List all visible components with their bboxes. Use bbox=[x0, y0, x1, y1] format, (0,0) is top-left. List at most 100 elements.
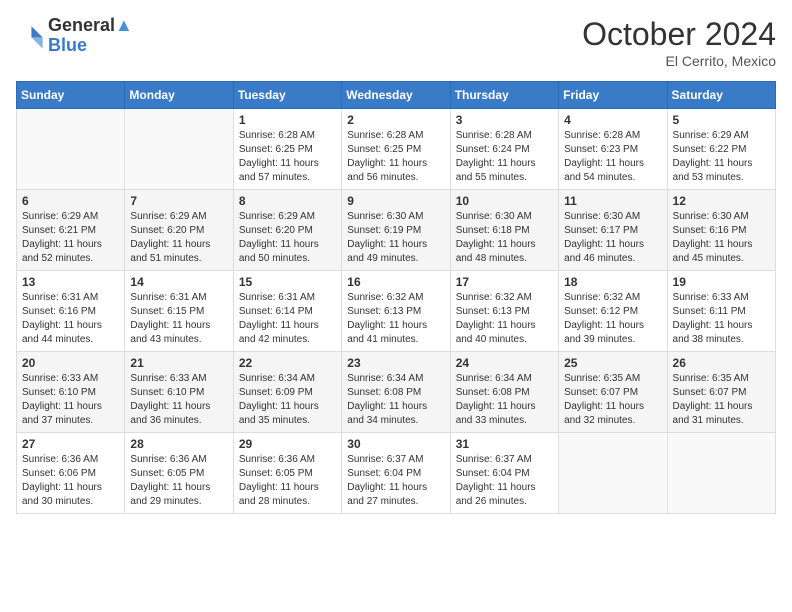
day-info: Sunrise: 6:28 AMSunset: 6:23 PMDaylight:… bbox=[564, 129, 661, 185]
weekday-header: Saturday bbox=[667, 82, 775, 109]
weekday-header: Wednesday bbox=[342, 82, 450, 109]
day-number: 1 bbox=[239, 113, 336, 127]
calendar-table: SundayMondayTuesdayWednesdayThursdayFrid… bbox=[16, 81, 776, 514]
weekday-header: Thursday bbox=[450, 82, 558, 109]
calendar-cell: 12 Sunrise: 6:30 AMSunset: 6:16 PMDayligh… bbox=[667, 190, 775, 271]
day-info: Sunrise: 6:33 AMSunset: 6:11 PMDaylight:… bbox=[673, 291, 770, 347]
title-block: October 2024 El Cerrito, Mexico bbox=[582, 16, 776, 69]
day-number: 2 bbox=[347, 113, 444, 127]
day-number: 29 bbox=[239, 437, 336, 451]
day-info: Sunrise: 6:30 AMSunset: 6:19 PMDaylight:… bbox=[347, 210, 444, 266]
calendar-cell: 10 Sunrise: 6:30 AMSunset: 6:18 PMDayligh… bbox=[450, 190, 558, 271]
calendar-cell: 6 Sunrise: 6:29 AMSunset: 6:21 PMDaylight… bbox=[17, 190, 125, 271]
calendar-header-row: SundayMondayTuesdayWednesdayThursdayFrid… bbox=[17, 82, 776, 109]
day-info: Sunrise: 6:36 AMSunset: 6:06 PMDaylight:… bbox=[22, 453, 119, 509]
calendar-cell: 7Sunrise: 6:29 AMSunset: 6:20 PMDaylight… bbox=[125, 190, 233, 271]
logo-icon bbox=[16, 22, 44, 50]
day-number: 6 bbox=[22, 194, 119, 208]
calendar-week-row: 6 Sunrise: 6:29 AMSunset: 6:21 PMDaylight… bbox=[17, 190, 776, 271]
location: El Cerrito, Mexico bbox=[582, 53, 776, 69]
day-info: Sunrise: 6:34 AMSunset: 6:08 PMDaylight:… bbox=[347, 372, 444, 428]
calendar-cell: 11 Sunrise: 6:30 AMSunset: 6:17 PMDayligh… bbox=[559, 190, 667, 271]
calendar-cell: 21Sunrise: 6:33 AMSunset: 6:10 PMDayligh… bbox=[125, 352, 233, 433]
day-info: Sunrise: 6:35 AMSunset: 6:07 PMDaylight:… bbox=[673, 372, 770, 428]
day-info: Sunrise: 6:28 AMSunset: 6:25 PMDaylight:… bbox=[347, 129, 444, 185]
calendar-cell: 17Sunrise: 6:32 AMSunset: 6:13 PMDayligh… bbox=[450, 271, 558, 352]
day-number: 30 bbox=[347, 437, 444, 451]
calendar-cell: 23 Sunrise: 6:34 AMSunset: 6:08 PMDayligh… bbox=[342, 352, 450, 433]
day-info: Sunrise: 6:36 AMSunset: 6:05 PMDaylight:… bbox=[130, 453, 227, 509]
day-info: Sunrise: 6:33 AMSunset: 6:10 PMDaylight:… bbox=[130, 372, 227, 428]
day-info: Sunrise: 6:29 AMSunset: 6:22 PMDaylight:… bbox=[673, 129, 770, 185]
day-number: 3 bbox=[456, 113, 553, 127]
day-info: Sunrise: 6:28 AMSunset: 6:24 PMDaylight:… bbox=[456, 129, 553, 185]
day-info: Sunrise: 6:32 AMSunset: 6:13 PMDaylight:… bbox=[347, 291, 444, 347]
day-number: 17 bbox=[456, 275, 553, 289]
calendar-cell: 24 Sunrise: 6:34 AMSunset: 6:08 PMDayligh… bbox=[450, 352, 558, 433]
calendar-cell bbox=[17, 109, 125, 190]
day-info: Sunrise: 6:31 AMSunset: 6:16 PMDaylight:… bbox=[22, 291, 119, 347]
calendar-week-row: 13 Sunrise: 6:31 AMSunset: 6:16 PMDayligh… bbox=[17, 271, 776, 352]
day-number: 23 bbox=[347, 356, 444, 370]
calendar-cell: 20 Sunrise: 6:33 AMSunset: 6:10 PMDayligh… bbox=[17, 352, 125, 433]
day-info: Sunrise: 6:29 AMSunset: 6:20 PMDaylight:… bbox=[239, 210, 336, 266]
month-title: October 2024 bbox=[582, 16, 776, 53]
day-info: Sunrise: 6:31 AMSunset: 6:15 PMDaylight:… bbox=[130, 291, 227, 347]
day-number: 27 bbox=[22, 437, 119, 451]
calendar-cell: 8 Sunrise: 6:29 AMSunset: 6:20 PMDaylight… bbox=[233, 190, 341, 271]
day-info: Sunrise: 6:30 AMSunset: 6:17 PMDaylight:… bbox=[564, 210, 661, 266]
calendar-cell: 15 Sunrise: 6:31 AMSunset: 6:14 PMDayligh… bbox=[233, 271, 341, 352]
calendar-cell: 2 Sunrise: 6:28 AMSunset: 6:25 PMDaylight… bbox=[342, 109, 450, 190]
calendar-cell: 31 Sunrise: 6:37 AMSunset: 6:04 PMDayligh… bbox=[450, 433, 558, 514]
day-info: Sunrise: 6:30 AMSunset: 6:18 PMDaylight:… bbox=[456, 210, 553, 266]
day-info: Sunrise: 6:30 AMSunset: 6:16 PMDaylight:… bbox=[673, 210, 770, 266]
day-info: Sunrise: 6:37 AMSunset: 6:04 PMDaylight:… bbox=[347, 453, 444, 509]
day-number: 8 bbox=[239, 194, 336, 208]
day-number: 25 bbox=[564, 356, 661, 370]
day-number: 20 bbox=[22, 356, 119, 370]
day-number: 16 bbox=[347, 275, 444, 289]
calendar-cell: 13 Sunrise: 6:31 AMSunset: 6:16 PMDayligh… bbox=[17, 271, 125, 352]
calendar-cell: 28Sunrise: 6:36 AMSunset: 6:05 PMDayligh… bbox=[125, 433, 233, 514]
calendar-week-row: 27 Sunrise: 6:36 AMSunset: 6:06 PMDayligh… bbox=[17, 433, 776, 514]
day-info: Sunrise: 6:33 AMSunset: 6:10 PMDaylight:… bbox=[22, 372, 119, 428]
calendar-cell: 30 Sunrise: 6:37 AMSunset: 6:04 PMDayligh… bbox=[342, 433, 450, 514]
day-number: 12 bbox=[673, 194, 770, 208]
calendar-cell bbox=[125, 109, 233, 190]
calendar-cell bbox=[559, 433, 667, 514]
day-info: Sunrise: 6:37 AMSunset: 6:04 PMDaylight:… bbox=[456, 453, 553, 509]
calendar-cell: 26Sunrise: 6:35 AMSunset: 6:07 PMDayligh… bbox=[667, 352, 775, 433]
calendar-cell: 14Sunrise: 6:31 AMSunset: 6:15 PMDayligh… bbox=[125, 271, 233, 352]
calendar-cell: 9 Sunrise: 6:30 AMSunset: 6:19 PMDaylight… bbox=[342, 190, 450, 271]
weekday-header: Monday bbox=[125, 82, 233, 109]
calendar-cell: 3 Sunrise: 6:28 AMSunset: 6:24 PMDaylight… bbox=[450, 109, 558, 190]
weekday-header: Tuesday bbox=[233, 82, 341, 109]
logo-text: General▲ Blue bbox=[48, 16, 133, 56]
logo: General▲ Blue bbox=[16, 16, 133, 56]
calendar-cell: 1Sunrise: 6:28 AMSunset: 6:25 PMDaylight… bbox=[233, 109, 341, 190]
day-number: 19 bbox=[673, 275, 770, 289]
day-info: Sunrise: 6:29 AMSunset: 6:21 PMDaylight:… bbox=[22, 210, 119, 266]
day-info: Sunrise: 6:31 AMSunset: 6:14 PMDaylight:… bbox=[239, 291, 336, 347]
day-number: 22 bbox=[239, 356, 336, 370]
day-info: Sunrise: 6:34 AMSunset: 6:08 PMDaylight:… bbox=[456, 372, 553, 428]
calendar-cell: 19 Sunrise: 6:33 AMSunset: 6:11 PMDayligh… bbox=[667, 271, 775, 352]
calendar-cell: 5 Sunrise: 6:29 AMSunset: 6:22 PMDaylight… bbox=[667, 109, 775, 190]
day-number: 9 bbox=[347, 194, 444, 208]
calendar-cell bbox=[667, 433, 775, 514]
day-info: Sunrise: 6:29 AMSunset: 6:20 PMDaylight:… bbox=[130, 210, 227, 266]
calendar-cell: 25Sunrise: 6:35 AMSunset: 6:07 PMDayligh… bbox=[559, 352, 667, 433]
calendar-cell: 18Sunrise: 6:32 AMSunset: 6:12 PMDayligh… bbox=[559, 271, 667, 352]
day-number: 13 bbox=[22, 275, 119, 289]
weekday-header: Sunday bbox=[17, 82, 125, 109]
calendar-cell: 16 Sunrise: 6:32 AMSunset: 6:13 PMDayligh… bbox=[342, 271, 450, 352]
day-number: 4 bbox=[564, 113, 661, 127]
day-number: 10 bbox=[456, 194, 553, 208]
calendar-week-row: 1 Sunrise: 6:28 AMSunset: 6:25 PMDaylight… bbox=[17, 109, 776, 190]
day-number: 31 bbox=[456, 437, 553, 451]
day-number: 15 bbox=[239, 275, 336, 289]
day-number: 11 bbox=[564, 194, 661, 208]
calendar-cell: 29Sunrise: 6:36 AMSunset: 6:05 PMDayligh… bbox=[233, 433, 341, 514]
day-number: 5 bbox=[673, 113, 770, 127]
day-number: 24 bbox=[456, 356, 553, 370]
